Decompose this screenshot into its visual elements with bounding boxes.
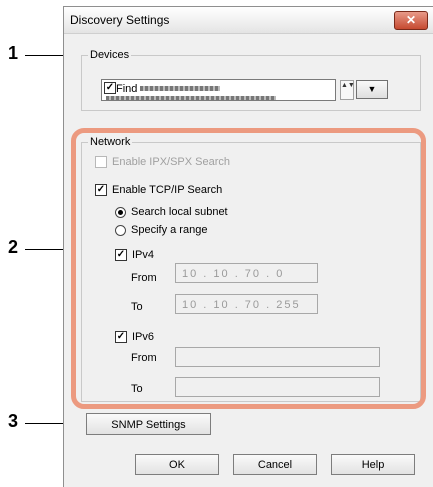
callout-2: 2 [8,237,19,257]
title-bar: Discovery Settings ✕ [64,7,433,34]
devices-list[interactable]: ✓ Find [101,79,336,101]
snmp-settings-button[interactable]: SNMP Settings [86,413,211,435]
dialog-title: Discovery Settings [70,13,170,27]
devices-legend: Devices [90,49,130,61]
redacted-text [140,86,220,91]
redacted-text [106,96,276,100]
help-button[interactable]: Help [331,454,415,475]
callout-1: 1 [8,43,19,63]
network-highlight-frame [71,128,426,409]
cancel-button[interactable]: Cancel [233,454,317,475]
spin-button[interactable]: ▲▼ [340,80,355,100]
find-label: Find [116,83,138,95]
callout-3: 3 [8,411,19,431]
close-button[interactable]: ✕ [394,11,428,30]
find-checkbox[interactable]: ✓ [104,82,116,94]
ok-button[interactable]: OK [135,454,219,475]
dropdown-button[interactable]: ▼ [356,80,388,99]
